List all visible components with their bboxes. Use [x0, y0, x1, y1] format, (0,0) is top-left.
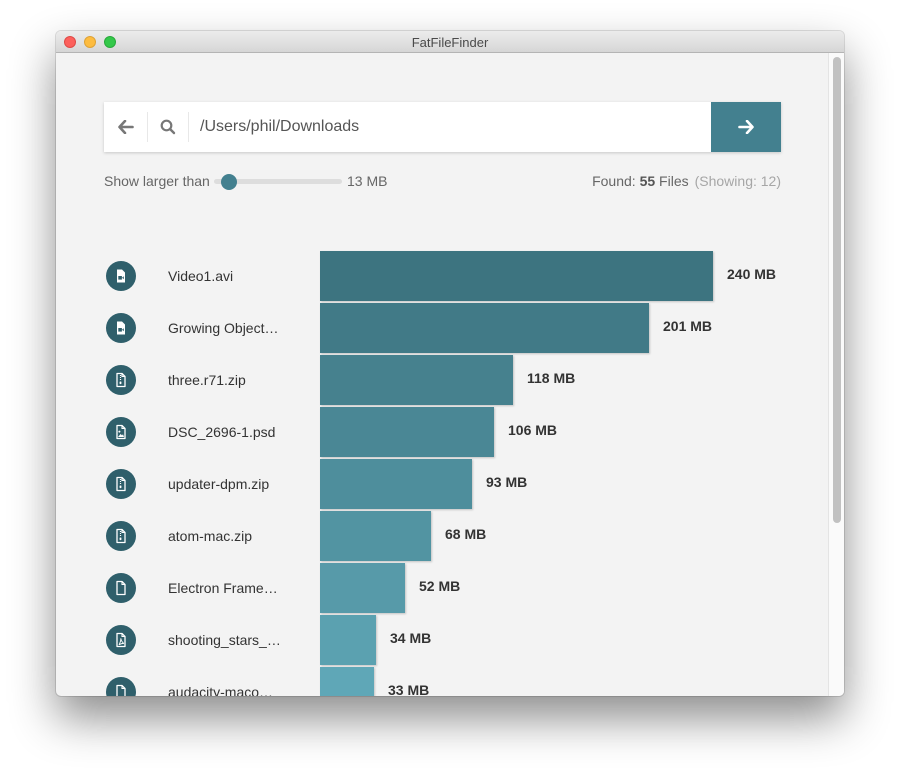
title-bar[interactable]: FatFileFinder: [56, 31, 844, 53]
size-label: 118 MB: [527, 370, 576, 386]
main-content: Show larger than 13 MB Found: 55 Files (S…: [56, 53, 828, 696]
scrollbar-thumb[interactable]: [833, 57, 841, 523]
app-window: FatFileFinder /Users/phil/Downloads Show…: [56, 31, 844, 696]
file-name: Growing Object…: [168, 320, 279, 336]
search-button[interactable]: [148, 102, 188, 152]
file-zip-icon: [106, 521, 136, 551]
size-label: 201 MB: [663, 318, 713, 334]
file-icon: [106, 677, 136, 696]
size-bar[interactable]: [320, 303, 649, 353]
file-row[interactable]: three.r71.zip 118 MB: [56, 355, 828, 407]
found-suffix: Files: [659, 173, 689, 189]
file-icon: [106, 573, 136, 603]
size-label: 68 MB: [445, 526, 487, 542]
file-name: atom-mac.zip: [168, 528, 253, 544]
size-slider-handle[interactable]: [221, 174, 238, 190]
file-video-icon: [106, 313, 136, 343]
file-row[interactable]: audacity-maco… 33 MB: [56, 667, 828, 696]
file-video-icon: [106, 261, 136, 291]
file-pdf-icon: [106, 625, 136, 655]
size-label: 34 MB: [390, 630, 432, 646]
size-label: 240 MB: [727, 266, 777, 282]
path-input[interactable]: [200, 102, 700, 152]
file-row[interactable]: shooting_stars_… 34 MB: [56, 615, 828, 667]
file-name: DSC_2696-1.psd: [168, 424, 276, 440]
filter-row: Show larger than 13 MB Found: 55 Files (S…: [104, 171, 781, 191]
search-icon: [160, 119, 176, 135]
size-bar[interactable]: [320, 563, 405, 613]
file-zip-icon: [106, 469, 136, 499]
divider: [188, 112, 189, 142]
file-name: Video1.avi: [168, 268, 234, 284]
arrow-right-icon: [738, 120, 754, 134]
file-row[interactable]: DSC_2696-1.psd 106 MB: [56, 407, 828, 459]
file-name: audacity-maco…: [168, 684, 274, 696]
size-filter-label: Show larger than: [104, 173, 210, 189]
size-slider[interactable]: [214, 174, 342, 190]
file-row[interactable]: Growing Object… 201 MB: [56, 303, 828, 355]
file-name: shooting_stars_…: [168, 632, 281, 648]
size-label: 33 MB: [388, 682, 430, 696]
size-bar[interactable]: [320, 667, 374, 696]
file-row[interactable]: Electron Frame… 52 MB: [56, 563, 828, 615]
size-bar[interactable]: [320, 459, 472, 509]
window-title: FatFileFinder: [411, 35, 489, 50]
showing-count: (Showing: 12): [694, 173, 781, 189]
results-summary: Found: 55 Files (Showing: 12): [592, 173, 781, 189]
vertical-scrollbar[interactable]: [828, 53, 844, 696]
size-filter-value: 13 MB: [347, 173, 388, 189]
back-button[interactable]: [104, 102, 147, 152]
size-label: 93 MB: [486, 474, 528, 490]
file-image-icon: [106, 417, 136, 447]
found-prefix: Found:: [592, 173, 636, 189]
size-label: 52 MB: [419, 578, 461, 594]
file-name: three.r71.zip: [168, 372, 246, 388]
file-name: Electron Frame…: [168, 580, 278, 596]
file-zip-icon: [106, 365, 136, 395]
file-row[interactable]: Video1.avi 240 MB: [56, 251, 828, 303]
size-bar[interactable]: [320, 615, 376, 665]
search-bar: [104, 102, 781, 152]
file-name: updater-dpm.zip: [168, 476, 270, 492]
go-button[interactable]: [711, 102, 781, 152]
size-label: 106 MB: [508, 422, 558, 438]
size-bar[interactable]: [320, 511, 431, 561]
arrow-left-icon: [117, 120, 134, 134]
file-row[interactable]: updater-dpm.zip 93 MB: [56, 459, 828, 511]
found-count: 55: [639, 173, 656, 189]
file-row[interactable]: atom-mac.zip 68 MB: [56, 511, 828, 563]
size-bar[interactable]: [320, 355, 513, 405]
size-bar[interactable]: [320, 251, 713, 301]
size-bar[interactable]: [320, 407, 494, 457]
